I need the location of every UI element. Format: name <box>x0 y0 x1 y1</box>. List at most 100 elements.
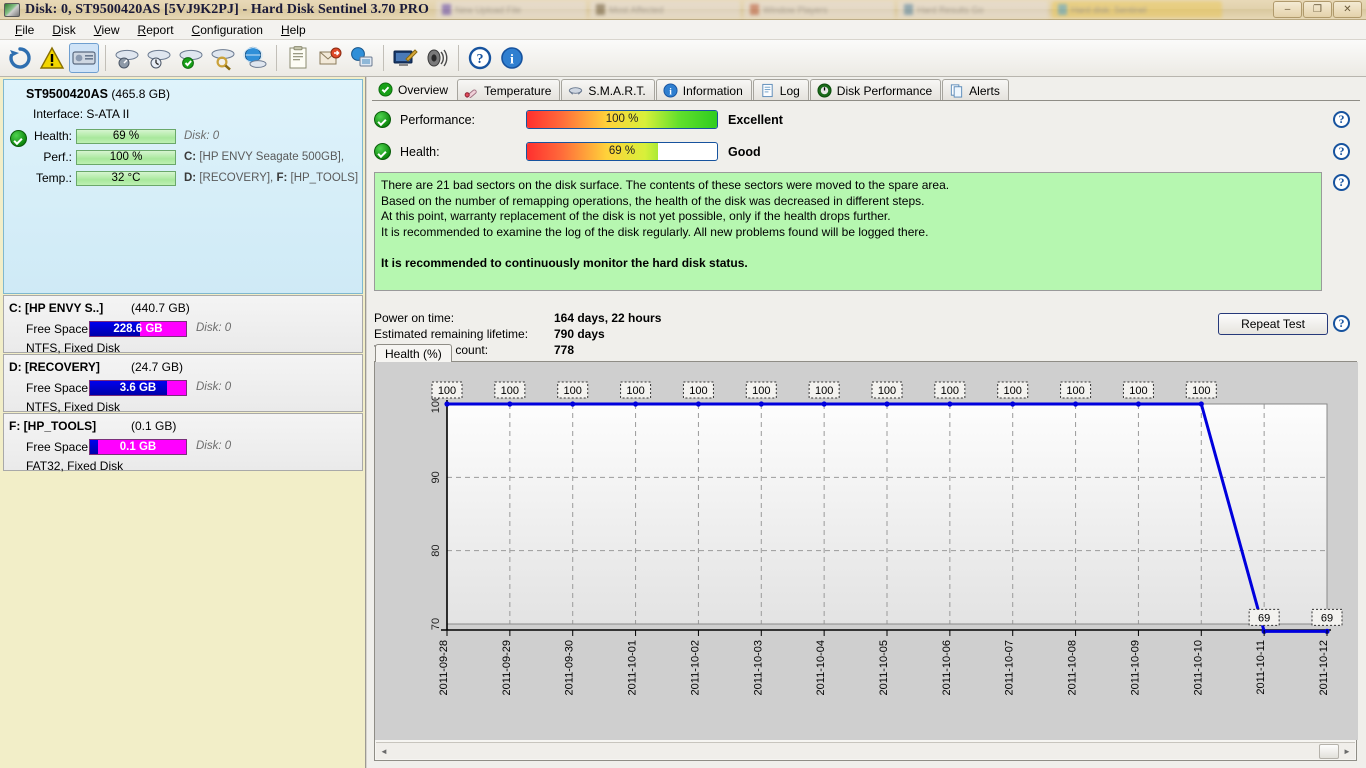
restore-button[interactable]: ❐ <box>1303 1 1332 18</box>
disk-temperature-icon[interactable] <box>144 43 174 73</box>
x-axis-tick-label: 2011-10-07 <box>1004 640 1016 695</box>
disk-metric-extra: Disk: 0 <box>184 130 220 142</box>
toolbar-separator <box>105 45 106 71</box>
disk-metric-label: Health: <box>33 129 72 143</box>
x-axis-tick-label: 2011-09-30 <box>564 640 576 695</box>
menu-item-report[interactable]: Report <box>129 21 183 39</box>
tab-alerts[interactable]: Alerts <box>942 79 1009 101</box>
repeat-test-button[interactable]: Repeat Test <box>1218 313 1328 335</box>
help-icon[interactable]: ? <box>465 43 495 73</box>
health-verdict: Good <box>728 144 761 159</box>
ok-check-icon <box>374 143 391 160</box>
disk-metric-extra: C: [HP ENVY Seagate 500GB], <box>184 151 345 163</box>
minimize-button[interactable]: – <box>1273 1 1302 18</box>
report-icon[interactable] <box>283 43 313 73</box>
toolbar-separator <box>458 45 459 71</box>
tab-disk-performance[interactable]: Disk Performance <box>809 79 942 101</box>
drive-disk-index: Disk: 0 <box>196 381 232 393</box>
data-point <box>1198 401 1204 407</box>
disk-metric-bar: 69 % <box>76 128 176 144</box>
drive-filesystem: FAT32, Fixed Disk <box>26 459 124 473</box>
menu-item-help[interactable]: Help <box>272 21 315 39</box>
disk-metric-row: Temp.: 32 °C D: [RECOVERY], F: [HP_TOOLS] <box>4 170 358 186</box>
tab-label: Overview <box>398 82 449 97</box>
left-sidebar: ST9500420AS (465.8 GB) Interface: S-ATA … <box>0 77 366 768</box>
tab-s-m-a-r-t[interactable]: S.M.A.R.T. <box>561 79 655 101</box>
help-icon[interactable]: ? <box>1333 111 1350 128</box>
data-point <box>444 401 450 407</box>
data-label: 100 <box>1129 385 1147 397</box>
alert-sound-icon[interactable] <box>422 43 452 73</box>
stat-value: 164 days, 22 hours <box>554 311 662 325</box>
network-disk-icon[interactable] <box>240 43 270 73</box>
x-axis-tick-label: 2011-10-02 <box>689 640 701 695</box>
scroll-left-icon[interactable]: ◄ <box>376 744 392 759</box>
chart-tab-health[interactable]: Health (%) <box>375 344 452 363</box>
x-axis-tick-label: 2011-10-04 <box>815 640 827 695</box>
tab-information[interactable]: i Information <box>655 79 752 101</box>
health-gauge: 69 % <box>526 142 718 161</box>
data-label: 100 <box>626 385 644 397</box>
disk-overview-icon[interactable] <box>69 43 99 73</box>
help-icon[interactable]: ? <box>1333 143 1350 160</box>
status-message-line: There are 21 bad sectors on the disk sur… <box>381 178 950 192</box>
smart-chip-icon <box>568 83 583 98</box>
x-axis-tick-label: 2011-10-09 <box>1129 640 1141 695</box>
refresh-icon[interactable] <box>5 43 35 73</box>
svg-text:?: ? <box>477 52 484 67</box>
send-report-icon[interactable] <box>315 43 345 73</box>
configuration-icon[interactable] <box>390 43 420 73</box>
tab-underline <box>372 100 1360 101</box>
tab-label: S.M.A.R.T. <box>588 83 646 98</box>
y-axis-tick-label: 70 <box>430 618 442 630</box>
status-message-recommendation: It is recommended to continuously monito… <box>381 255 748 270</box>
disk-metric-row: Perf.: 100 % C: [HP ENVY Seagate 500GB], <box>4 149 344 165</box>
help-icon[interactable]: ? <box>1333 315 1350 332</box>
menu-item-disk[interactable]: Disk <box>43 21 84 39</box>
disk-health-icon[interactable] <box>176 43 206 73</box>
network-report-icon[interactable] <box>347 43 377 73</box>
status-message-line: At this point, warranty replacement of t… <box>381 209 891 223</box>
document-icon <box>760 83 775 98</box>
info-icon: i <box>663 83 678 98</box>
drive-card[interactable]: F: [HP_TOOLS] (0.1 GB) Free Space 0.1 GB Dis… <box>3 413 363 473</box>
disk-metric-extra: D: [RECOVERY], F: [HP_TOOLS] <box>184 172 359 184</box>
menu-item-view[interactable]: View <box>85 21 129 39</box>
health-label: Health: <box>400 144 440 159</box>
drive-free-label: Free Space <box>26 440 89 454</box>
close-button[interactable]: ✕ <box>1333 1 1362 18</box>
scroll-right-icon[interactable]: ► <box>1339 744 1355 759</box>
tab-overview[interactable]: Overview <box>372 78 457 101</box>
x-axis-tick-label: 2011-10-01 <box>627 640 639 695</box>
scrollbar-track[interactable] <box>392 743 1339 759</box>
performance-row: Performance: 100 % Excellent <box>374 110 783 129</box>
warning-icon[interactable] <box>37 43 67 73</box>
tab-label: Information <box>682 83 743 98</box>
window-controls: – ❐ ✕ <box>1272 1 1362 18</box>
drive-card[interactable]: C: [HP ENVY S..] (440.7 GB) Free Space 228.… <box>3 295 363 355</box>
drive-size: (24.7 GB) <box>131 360 184 374</box>
scrollbar-thumb[interactable] <box>1319 743 1339 759</box>
chart-horizontal-scrollbar[interactable]: ◄ ► <box>376 742 1355 759</box>
x-axis-tick-label: 2011-10-03 <box>752 640 764 695</box>
disk-search-icon[interactable] <box>208 43 238 73</box>
disk-interface-label: Interface: <box>33 107 84 121</box>
data-label: 69 <box>1258 612 1270 624</box>
help-icon[interactable]: ? <box>1333 174 1350 191</box>
disk-performance-icon[interactable] <box>112 43 142 73</box>
data-point <box>695 401 702 407</box>
menu-bar: File Disk View Report Configuration Help <box>0 20 1366 40</box>
x-axis-tick-label: 2011-10-12 <box>1318 640 1330 695</box>
disk-interface-value: S-ATA II <box>86 107 130 121</box>
tab-temperature[interactable]: Temperature <box>457 79 561 101</box>
menu-item-file[interactable]: File <box>6 21 43 39</box>
tab-log[interactable]: Log <box>752 79 809 101</box>
stat-value: 790 days <box>554 327 605 341</box>
menu-item-configuration[interactable]: Configuration <box>183 21 272 39</box>
disk-summary-card[interactable]: ST9500420AS (465.8 GB) Interface: S-ATA … <box>3 79 363 294</box>
data-point <box>947 401 953 407</box>
data-point <box>632 401 639 407</box>
drive-card[interactable]: D: [RECOVERY] (24.7 GB) Free Space 3.6 GB Di… <box>3 354 363 414</box>
title-bar: Disk: 0, ST9500420AS [5VJ9K2PJ] - Hard D… <box>0 0 1366 20</box>
info-icon[interactable]: i <box>497 43 527 73</box>
